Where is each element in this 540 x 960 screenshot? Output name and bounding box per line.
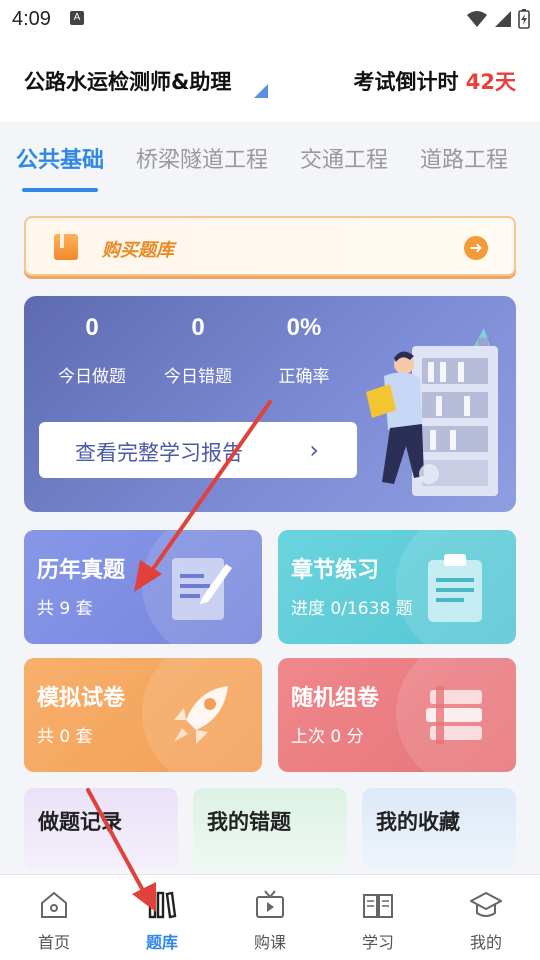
buy-question-bank-banner[interactable]: 购买题库 ➜: [24, 216, 516, 276]
small-tile-title: 做题记录: [38, 810, 122, 834]
nav-label: 首页: [37, 933, 70, 952]
tab-public-basics[interactable]: 公共基础: [16, 142, 104, 174]
tile-practice-records[interactable]: 做题记录: [24, 788, 178, 868]
tile-chapter-practice[interactable]: 章节练习 进度 0/1638 题: [278, 530, 516, 644]
nav-label: 学习: [361, 933, 394, 952]
tile-subtitle: 共 0 套: [37, 727, 93, 747]
stat-label: 正确率: [278, 367, 330, 387]
stat-value: 0%: [286, 314, 322, 341]
stat-label: 今日做题: [58, 367, 126, 387]
tile-random-paper[interactable]: 随机组卷 上次 0 分: [278, 658, 516, 772]
home-icon: [41, 891, 67, 918]
report-button-label: 查看完整学习报告: [75, 441, 243, 465]
exam-selector[interactable]: 公路水运检测师&助理: [24, 66, 231, 96]
pen-notebook-icon: [172, 558, 232, 620]
status-bar: 4:09 A: [0, 0, 540, 38]
books-stack-icon: [426, 686, 482, 744]
tile-title: 历年真题: [37, 558, 126, 583]
status-time: 4:09: [12, 8, 51, 30]
book-icon: [54, 234, 78, 260]
open-book-icon: [363, 894, 393, 918]
stat-accuracy: 0% 正确率: [249, 314, 359, 387]
small-tile-title: 我的收藏: [376, 810, 460, 834]
notification-icon: A: [70, 11, 84, 25]
nav-home[interactable]: 首页: [0, 875, 108, 960]
tile-subtitle: 上次 0 分: [291, 727, 364, 747]
tab-bridge-tunnel[interactable]: 桥梁隧道工程: [136, 142, 268, 174]
stat-value: 0: [85, 314, 99, 341]
countdown-days: 42天: [465, 70, 516, 94]
stat-today-done: 0 今日做题: [37, 314, 147, 387]
tile-subtitle: 共 9 套: [37, 599, 93, 619]
nav-study[interactable]: 学习: [324, 875, 432, 960]
nav-label: 购课: [253, 933, 286, 952]
nav-label: 题库: [145, 933, 178, 952]
header: 公路水运检测师&助理 考试倒计时 42天: [0, 38, 540, 122]
bottom-nav: 首页 题库 购课 学习 我的: [0, 874, 540, 960]
buy-banner-label: 购买题库: [102, 240, 174, 261]
tab-traffic[interactable]: 交通工程: [300, 142, 388, 174]
tile-past-exams[interactable]: 历年真题 共 9 套: [24, 530, 262, 644]
stat-today-wrong: 0 今日错题: [143, 314, 253, 387]
battery-icon: [518, 9, 530, 29]
exam-countdown: 考试倒计时 42天: [353, 66, 516, 96]
tile-my-wrong-answers[interactable]: 我的错题: [193, 788, 347, 868]
chevron-right-icon: ›: [309, 436, 319, 464]
nav-buy-courses[interactable]: 购课: [216, 875, 324, 960]
nav-profile[interactable]: 我的: [432, 875, 540, 960]
rocket-icon: [174, 686, 228, 744]
tv-play-icon: [256, 890, 284, 918]
tile-my-favorites[interactable]: 我的收藏: [362, 788, 516, 868]
nav-question-bank[interactable]: 题库: [108, 875, 216, 960]
signal-icon: [495, 11, 511, 27]
daily-stats-card: 0 今日做题 0 今日错题 0% 正确率 查看完整学习报告 ›: [24, 296, 516, 512]
dropdown-caret-icon[interactable]: [254, 84, 268, 98]
nav-label: 我的: [469, 933, 502, 952]
student-reading-illustration: [366, 328, 498, 496]
view-report-button[interactable]: 查看完整学习报告 ›: [39, 422, 357, 478]
graduation-cap-icon: [470, 891, 502, 917]
wifi-icon: [467, 11, 487, 27]
active-tab-indicator: [22, 188, 98, 192]
clipboard-icon: [428, 554, 482, 622]
tile-mock-exams[interactable]: 模拟试卷 共 0 套: [24, 658, 262, 772]
subject-tabs: 公共基础 桥梁隧道工程 交通工程 道路工程: [0, 122, 540, 198]
countdown-label: 考试倒计时: [353, 70, 459, 94]
tile-title: 模拟试卷: [37, 686, 126, 711]
stat-value: 0: [191, 314, 205, 341]
tab-road[interactable]: 道路工程: [420, 142, 508, 174]
tile-title: 章节练习: [291, 558, 380, 583]
tile-title: 随机组卷: [291, 686, 380, 711]
stat-label: 今日错题: [164, 367, 232, 387]
tile-subtitle: 进度 0/1638 题: [291, 599, 413, 619]
library-icon: [148, 891, 177, 919]
small-tile-title: 我的错题: [207, 810, 291, 834]
arrow-right-icon: ➜: [464, 236, 488, 260]
status-icons: [466, 8, 530, 30]
